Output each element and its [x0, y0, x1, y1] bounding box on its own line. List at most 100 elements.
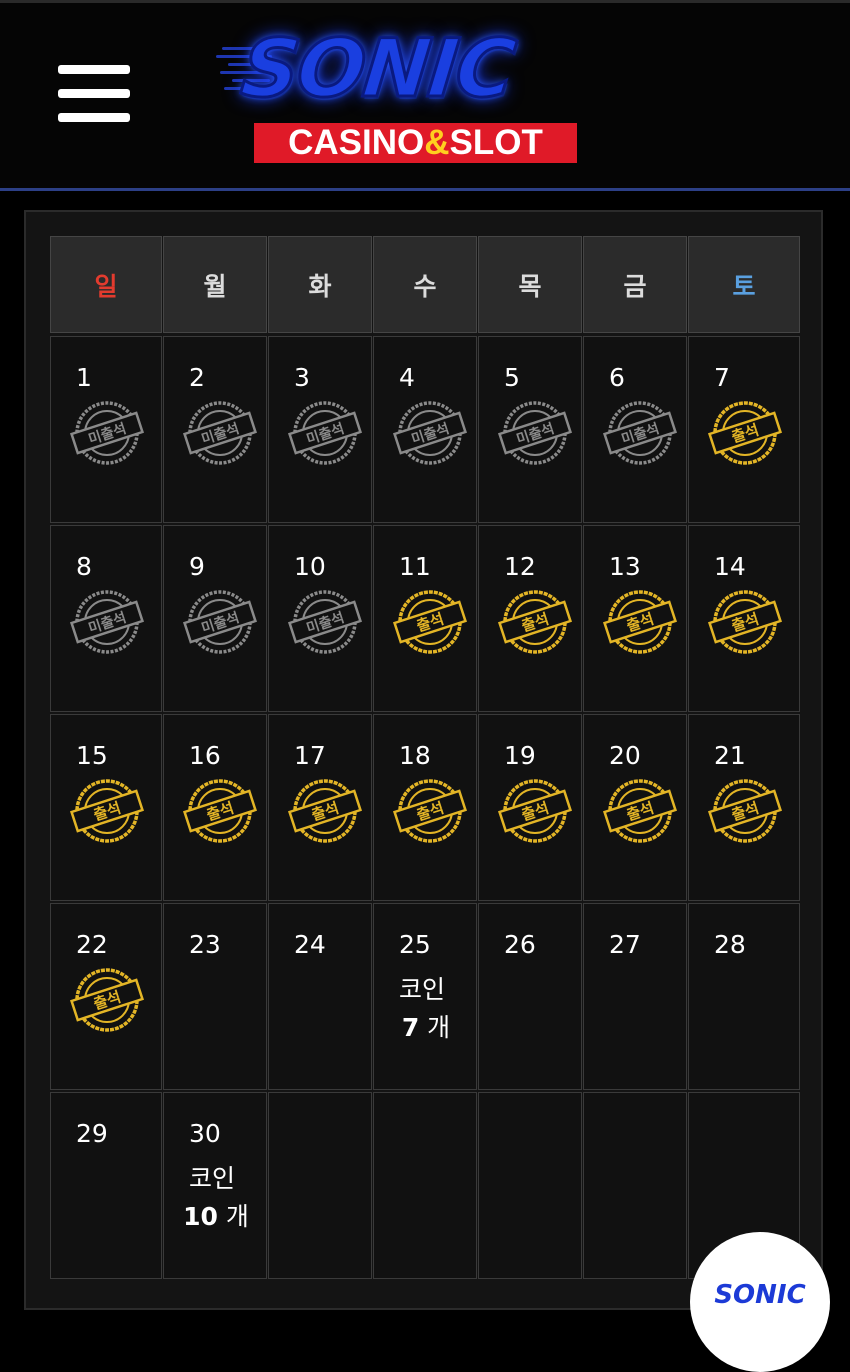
day-number: 12 — [504, 552, 536, 581]
menu-bar-top — [58, 65, 130, 74]
calendar-day-cell[interactable]: 22 출석 — [50, 903, 162, 1090]
coin-count-value: 7 — [401, 1013, 420, 1042]
day-number: 23 — [189, 930, 221, 959]
day-number: 21 — [714, 741, 746, 770]
day-number: 30 — [189, 1119, 221, 1148]
logo-sub-ampersand: & — [424, 123, 450, 162]
day-number: 7 — [714, 363, 730, 392]
calendar-day-cell[interactable]: 9 미출석 — [163, 525, 267, 712]
calendar-day-cell[interactable]: 20 출석 — [583, 714, 687, 901]
calendar-day-cell[interactable]: 1 미출석 — [50, 336, 162, 523]
calendar-day-cell[interactable]: 19 출석 — [478, 714, 582, 901]
day-number: 9 — [189, 552, 205, 581]
calendar-day-cell[interactable] — [478, 1092, 582, 1279]
calendar-day-cell[interactable]: 16 출석 — [163, 714, 267, 901]
calendar-day-cell[interactable]: 12 출석 — [478, 525, 582, 712]
day-number: 13 — [609, 552, 641, 581]
day-number: 10 — [294, 552, 326, 581]
calendar-day-cell[interactable]: 4 미출석 — [373, 336, 477, 523]
day-number: 1 — [76, 363, 92, 392]
calendar-day-cell[interactable]: 13 출석 — [583, 525, 687, 712]
menu-bar-middle — [58, 89, 130, 98]
coin-reward-count: 7 개 — [386, 1008, 466, 1044]
absent-stamp-icon: 미출석 — [497, 399, 573, 467]
menu-bar-bottom — [58, 113, 130, 122]
weekday-thu: 목 — [478, 236, 582, 333]
calendar-day-cell[interactable]: 5 미출석 — [478, 336, 582, 523]
day-number: 15 — [76, 741, 108, 770]
absent-stamp-icon: 미출석 — [602, 399, 678, 467]
day-number: 17 — [294, 741, 326, 770]
svg-text:출석: 출석 — [624, 610, 656, 636]
calendar-day-cell[interactable]: 24 — [268, 903, 372, 1090]
absent-stamp-icon: 미출석 — [287, 399, 363, 467]
attended-stamp-icon: 출석 — [69, 966, 145, 1034]
absent-stamp-icon: 미출석 — [69, 588, 145, 656]
absent-stamp-icon: 미출석 — [182, 588, 258, 656]
weekday-tue: 화 — [268, 236, 372, 333]
calendar-day-cell[interactable] — [583, 1092, 687, 1279]
day-number: 25 — [399, 930, 431, 959]
absent-stamp-icon: 미출석 — [287, 588, 363, 656]
site-header: SONIC CASINO&SLOT — [0, 3, 850, 188]
weekday-sun: 일 — [50, 236, 162, 333]
calendar-day-cell[interactable]: 11 출석 — [373, 525, 477, 712]
sonic-floating-button[interactable]: SONIC — [690, 1232, 830, 1372]
calendar-day-cell[interactable]: 29 — [50, 1092, 162, 1279]
calendar-day-cell[interactable]: 21 출석 — [688, 714, 800, 901]
calendar-day-cell[interactable]: 10 미출석 — [268, 525, 372, 712]
calendar-day-cell[interactable]: 28 — [688, 903, 800, 1090]
day-number: 11 — [399, 552, 431, 581]
calendar-day-cell[interactable]: 30 코인 10 개 — [163, 1092, 267, 1279]
calendar-day-cell[interactable]: 26 — [478, 903, 582, 1090]
attended-stamp-icon: 출석 — [182, 777, 258, 845]
svg-text:출석: 출석 — [414, 799, 446, 825]
calendar-day-cell[interactable]: 2 미출석 — [163, 336, 267, 523]
coin-count-value: 10 — [183, 1202, 218, 1231]
svg-text:출석: 출석 — [624, 799, 656, 825]
hamburger-menu-icon[interactable] — [58, 65, 130, 129]
calendar-day-cell[interactable]: 15 출석 — [50, 714, 162, 901]
day-number: 24 — [294, 930, 326, 959]
logo-title: SONIC — [236, 21, 520, 117]
calendar-day-cell[interactable] — [373, 1092, 477, 1279]
attended-stamp-icon: 출석 — [392, 777, 468, 845]
day-number: 18 — [399, 741, 431, 770]
calendar-day-cell[interactable]: 7 출석 — [688, 336, 800, 523]
calendar-day-cell[interactable]: 27 — [583, 903, 687, 1090]
attended-stamp-icon: 출석 — [707, 777, 783, 845]
svg-text:출석: 출석 — [414, 610, 446, 636]
day-number: 8 — [76, 552, 92, 581]
site-logo[interactable]: SONIC CASINO&SLOT — [212, 21, 612, 168]
weekday-sat: 토 — [688, 236, 800, 333]
attended-stamp-icon: 출석 — [392, 588, 468, 656]
calendar-day-cell[interactable]: 6 미출석 — [583, 336, 687, 523]
coin-reward-label: 코인 — [399, 975, 446, 1004]
day-number: 5 — [504, 363, 520, 392]
fab-label: SONIC — [714, 1280, 806, 1310]
coin-reward-label: 코인 — [189, 1164, 236, 1193]
calendar-day-cell[interactable]: 25 코인 7 개 — [373, 903, 477, 1090]
calendar-day-cell[interactable] — [268, 1092, 372, 1279]
weekday-fri: 금 — [583, 236, 687, 333]
svg-text:출석: 출석 — [729, 610, 761, 636]
attended-stamp-icon: 출석 — [602, 777, 678, 845]
calendar-day-cell[interactable]: 8 미출석 — [50, 525, 162, 712]
svg-text:출석: 출석 — [729, 421, 761, 447]
day-number: 22 — [76, 930, 108, 959]
svg-text:출석: 출석 — [309, 799, 341, 825]
calendar-day-cell[interactable]: 14 출석 — [688, 525, 800, 712]
svg-text:출석: 출석 — [204, 799, 236, 825]
coin-count-unit: 개 — [217, 1202, 249, 1231]
day-number: 28 — [714, 930, 746, 959]
calendar-day-cell[interactable]: 23 — [163, 903, 267, 1090]
calendar-day-cell[interactable]: 3 미출석 — [268, 336, 372, 523]
calendar-day-cell[interactable]: 18 출석 — [373, 714, 477, 901]
day-number: 16 — [189, 741, 221, 770]
header-divider — [0, 188, 850, 191]
day-number: 6 — [609, 363, 625, 392]
logo-sub-slot: SLOT — [449, 123, 543, 162]
calendar-day-cell[interactable]: 17 출석 — [268, 714, 372, 901]
attended-stamp-icon: 출석 — [69, 777, 145, 845]
absent-stamp-icon: 미출석 — [182, 399, 258, 467]
